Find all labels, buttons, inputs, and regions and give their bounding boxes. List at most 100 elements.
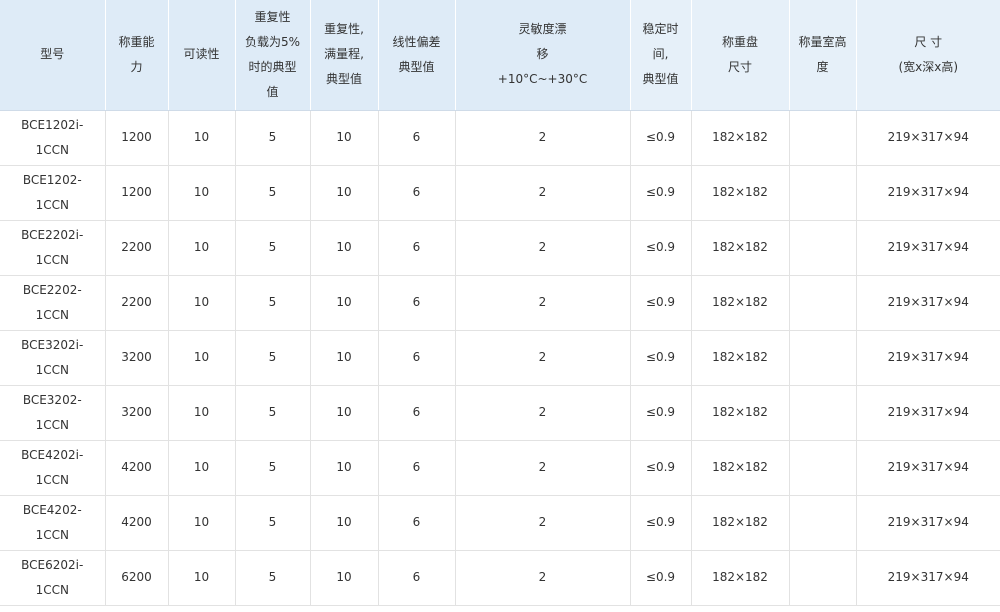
model-cell: BCE1202- 1CCN xyxy=(0,165,106,221)
repeatability-full-cell: 10 xyxy=(310,165,379,221)
sensitivity-drift-cell: 2 xyxy=(455,385,631,441)
header-stabilization-time-line: 间, xyxy=(652,47,669,62)
capacity-cell: 6200 xyxy=(105,550,169,606)
stabilization-time-cell: ≤0.9 xyxy=(630,385,692,441)
header-repeatability-5pct-line: 值 xyxy=(266,84,279,99)
table-row: BCE1202i- 1CCN 1200 10 5 10 6 2 ≤0.9 182×182 219×3… xyxy=(0,110,1000,166)
model-line: BCE1202- xyxy=(22,172,82,187)
table-row: BCE3202- 1CCN 3200 10 5 10 6 2 ≤0.9 182×182 219×31… xyxy=(0,385,1000,441)
header-pan-size-line: 称重盘 xyxy=(721,34,758,49)
table-header: 型号 称重能 力 可读性 重复性 负载为5% 时的典型 值 重复性, 满量程, … xyxy=(0,0,1000,111)
header-repeatability-5pct-line: 重复性 xyxy=(254,9,291,24)
header-row: 型号 称重能 力 可读性 重复性 负载为5% 时的典型 值 重复性, 满量程, … xyxy=(0,0,1000,111)
model-line: 1CCN xyxy=(35,527,69,542)
sensitivity-drift-cell: 2 xyxy=(455,110,631,166)
chamber-height-cell xyxy=(789,440,857,496)
repeatability-full-cell: 10 xyxy=(310,110,379,166)
header-sensitivity-drift-line: +10°C~+30°C xyxy=(497,72,588,87)
stabilization-time-cell: ≤0.9 xyxy=(630,275,692,331)
dimensions-cell: 219×317×94 xyxy=(856,330,1000,386)
spec-table: 型号 称重能 力 可读性 重复性 负载为5% 时的典型 值 重复性, 满量程, … xyxy=(0,0,1000,606)
repeatability-full-cell: 10 xyxy=(310,330,379,386)
repeatability-full-cell: 10 xyxy=(310,385,379,441)
header-chamber-height: 称量室高 度 xyxy=(789,0,857,111)
pan-size-cell: 182×182 xyxy=(691,220,790,276)
table-row: BCE4202- 1CCN 4200 10 5 10 6 2 ≤0.9 182×182 219×31… xyxy=(0,495,1000,551)
readability-cell: 10 xyxy=(168,440,236,496)
dimensions-cell: 219×317×94 xyxy=(856,440,1000,496)
repeatability-full-cell: 10 xyxy=(310,440,379,496)
model-cell: BCE2202- 1CCN xyxy=(0,275,106,331)
model-line: 1CCN xyxy=(35,252,69,267)
chamber-height-cell xyxy=(789,550,857,606)
header-stabilization-time-line: 典型值 xyxy=(642,72,679,87)
pan-size-cell: 182×182 xyxy=(691,165,790,221)
repeatability-full-cell: 10 xyxy=(310,275,379,331)
header-sensitivity-drift: 灵敏度漂 移 +10°C~+30°C xyxy=(455,0,631,111)
header-dimensions-line: 尺 寸 xyxy=(914,34,943,49)
dimensions-cell: 219×317×94 xyxy=(856,385,1000,441)
header-capacity-line: 称重能 xyxy=(118,34,155,49)
repeatability-5pct-cell: 5 xyxy=(235,440,311,496)
linearity-cell: 6 xyxy=(378,385,456,441)
model-line: 1CCN xyxy=(35,582,69,597)
stabilization-time-cell: ≤0.9 xyxy=(630,440,692,496)
stabilization-time-cell: ≤0.9 xyxy=(630,495,692,551)
model-line: 1CCN xyxy=(35,197,69,212)
repeatability-5pct-cell: 5 xyxy=(235,495,311,551)
header-stabilization-time-line: 稳定时 xyxy=(642,22,679,37)
table-row: BCE6202i- 1CCN 6200 10 5 10 6 2 ≤0.9 182×182 219×3… xyxy=(0,550,1000,606)
header-repeatability-5pct: 重复性 负载为5% 时的典型 值 xyxy=(235,0,311,111)
header-linearity: 线性偏差 典型值 xyxy=(378,0,456,111)
model-line: BCE3202- xyxy=(22,392,82,407)
table-row: BCE1202- 1CCN 1200 10 5 10 6 2 ≤0.9 182×182 219×31… xyxy=(0,165,1000,221)
capacity-cell: 4200 xyxy=(105,495,169,551)
header-capacity: 称重能 力 xyxy=(105,0,169,111)
header-repeatability-full-line: 重复性, xyxy=(324,22,364,37)
linearity-cell: 6 xyxy=(378,495,456,551)
capacity-cell: 1200 xyxy=(105,110,169,166)
repeatability-full-cell: 10 xyxy=(310,550,379,606)
model-line: 1CCN xyxy=(35,362,69,377)
header-repeatability-5pct-line: 时的典型 xyxy=(248,59,297,74)
chamber-height-cell xyxy=(789,495,857,551)
readability-cell: 10 xyxy=(168,165,236,221)
pan-size-cell: 182×182 xyxy=(691,275,790,331)
header-stabilization-time: 稳定时 间, 典型值 xyxy=(630,0,692,111)
table-row: BCE2202- 1CCN 2200 10 5 10 6 2 ≤0.9 182×182 219×31… xyxy=(0,275,1000,331)
header-dimensions: 尺 寸 (宽x深x高) xyxy=(856,0,1000,111)
table-body: BCE1202i- 1CCN 1200 10 5 10 6 2 ≤0.9 182×182 219×3… xyxy=(0,110,1000,606)
stabilization-time-cell: ≤0.9 xyxy=(630,330,692,386)
header-repeatability-full-line: 典型值 xyxy=(325,72,362,87)
linearity-cell: 6 xyxy=(378,165,456,221)
repeatability-full-cell: 10 xyxy=(310,495,379,551)
capacity-cell: 3200 xyxy=(105,385,169,441)
pan-size-cell: 182×182 xyxy=(691,550,790,606)
model-cell: BCE4202i- 1CCN xyxy=(0,440,106,496)
header-sensitivity-drift-line: 移 xyxy=(536,47,549,62)
stabilization-time-cell: ≤0.9 xyxy=(630,165,692,221)
model-cell: BCE2202i- 1CCN xyxy=(0,220,106,276)
dimensions-cell: 219×317×94 xyxy=(856,275,1000,331)
dimensions-cell: 219×317×94 xyxy=(856,220,1000,276)
repeatability-5pct-cell: 5 xyxy=(235,220,311,276)
capacity-cell: 1200 xyxy=(105,165,169,221)
chamber-height-cell xyxy=(789,275,857,331)
chamber-height-cell xyxy=(789,385,857,441)
header-chamber-height-line: 度 xyxy=(816,59,829,74)
repeatability-5pct-cell: 5 xyxy=(235,275,311,331)
dimensions-cell: 219×317×94 xyxy=(856,165,1000,221)
sensitivity-drift-cell: 2 xyxy=(455,275,631,331)
linearity-cell: 6 xyxy=(378,220,456,276)
readability-cell: 10 xyxy=(168,385,236,441)
model-cell: BCE6202i- 1CCN xyxy=(0,550,106,606)
sensitivity-drift-cell: 2 xyxy=(455,220,631,276)
table-row: BCE4202i- 1CCN 4200 10 5 10 6 2 ≤0.9 182×182 219×3… xyxy=(0,440,1000,496)
header-linearity-line: 典型值 xyxy=(398,59,435,74)
sensitivity-drift-cell: 2 xyxy=(455,330,631,386)
header-repeatability-5pct-line: 负载为5% xyxy=(244,34,301,49)
header-sensitivity-drift-line: 灵敏度漂 xyxy=(518,22,567,37)
repeatability-5pct-cell: 5 xyxy=(235,385,311,441)
repeatability-full-cell: 10 xyxy=(310,220,379,276)
linearity-cell: 6 xyxy=(378,550,456,606)
